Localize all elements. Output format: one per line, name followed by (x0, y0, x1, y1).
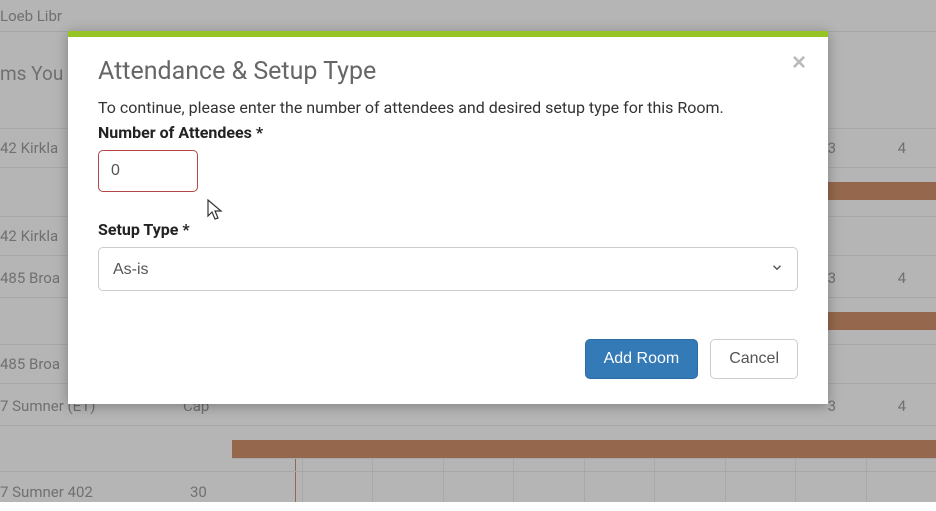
setup-type-label: Setup Type * (98, 220, 798, 239)
setup-type-select[interactable]: As-is (98, 247, 798, 291)
add-room-button[interactable]: Add Room (585, 339, 699, 379)
attendees-input[interactable] (98, 150, 198, 192)
cancel-button[interactable]: Cancel (710, 339, 798, 379)
close-icon: × (792, 49, 806, 76)
close-button[interactable]: × (792, 51, 806, 75)
modal-description: To continue, please enter the number of … (98, 98, 798, 117)
modal-title: Attendance & Setup Type (98, 57, 798, 86)
attendees-label: Number of Attendees * (98, 123, 798, 142)
attendance-modal: × Attendance & Setup Type To continue, p… (68, 31, 828, 404)
